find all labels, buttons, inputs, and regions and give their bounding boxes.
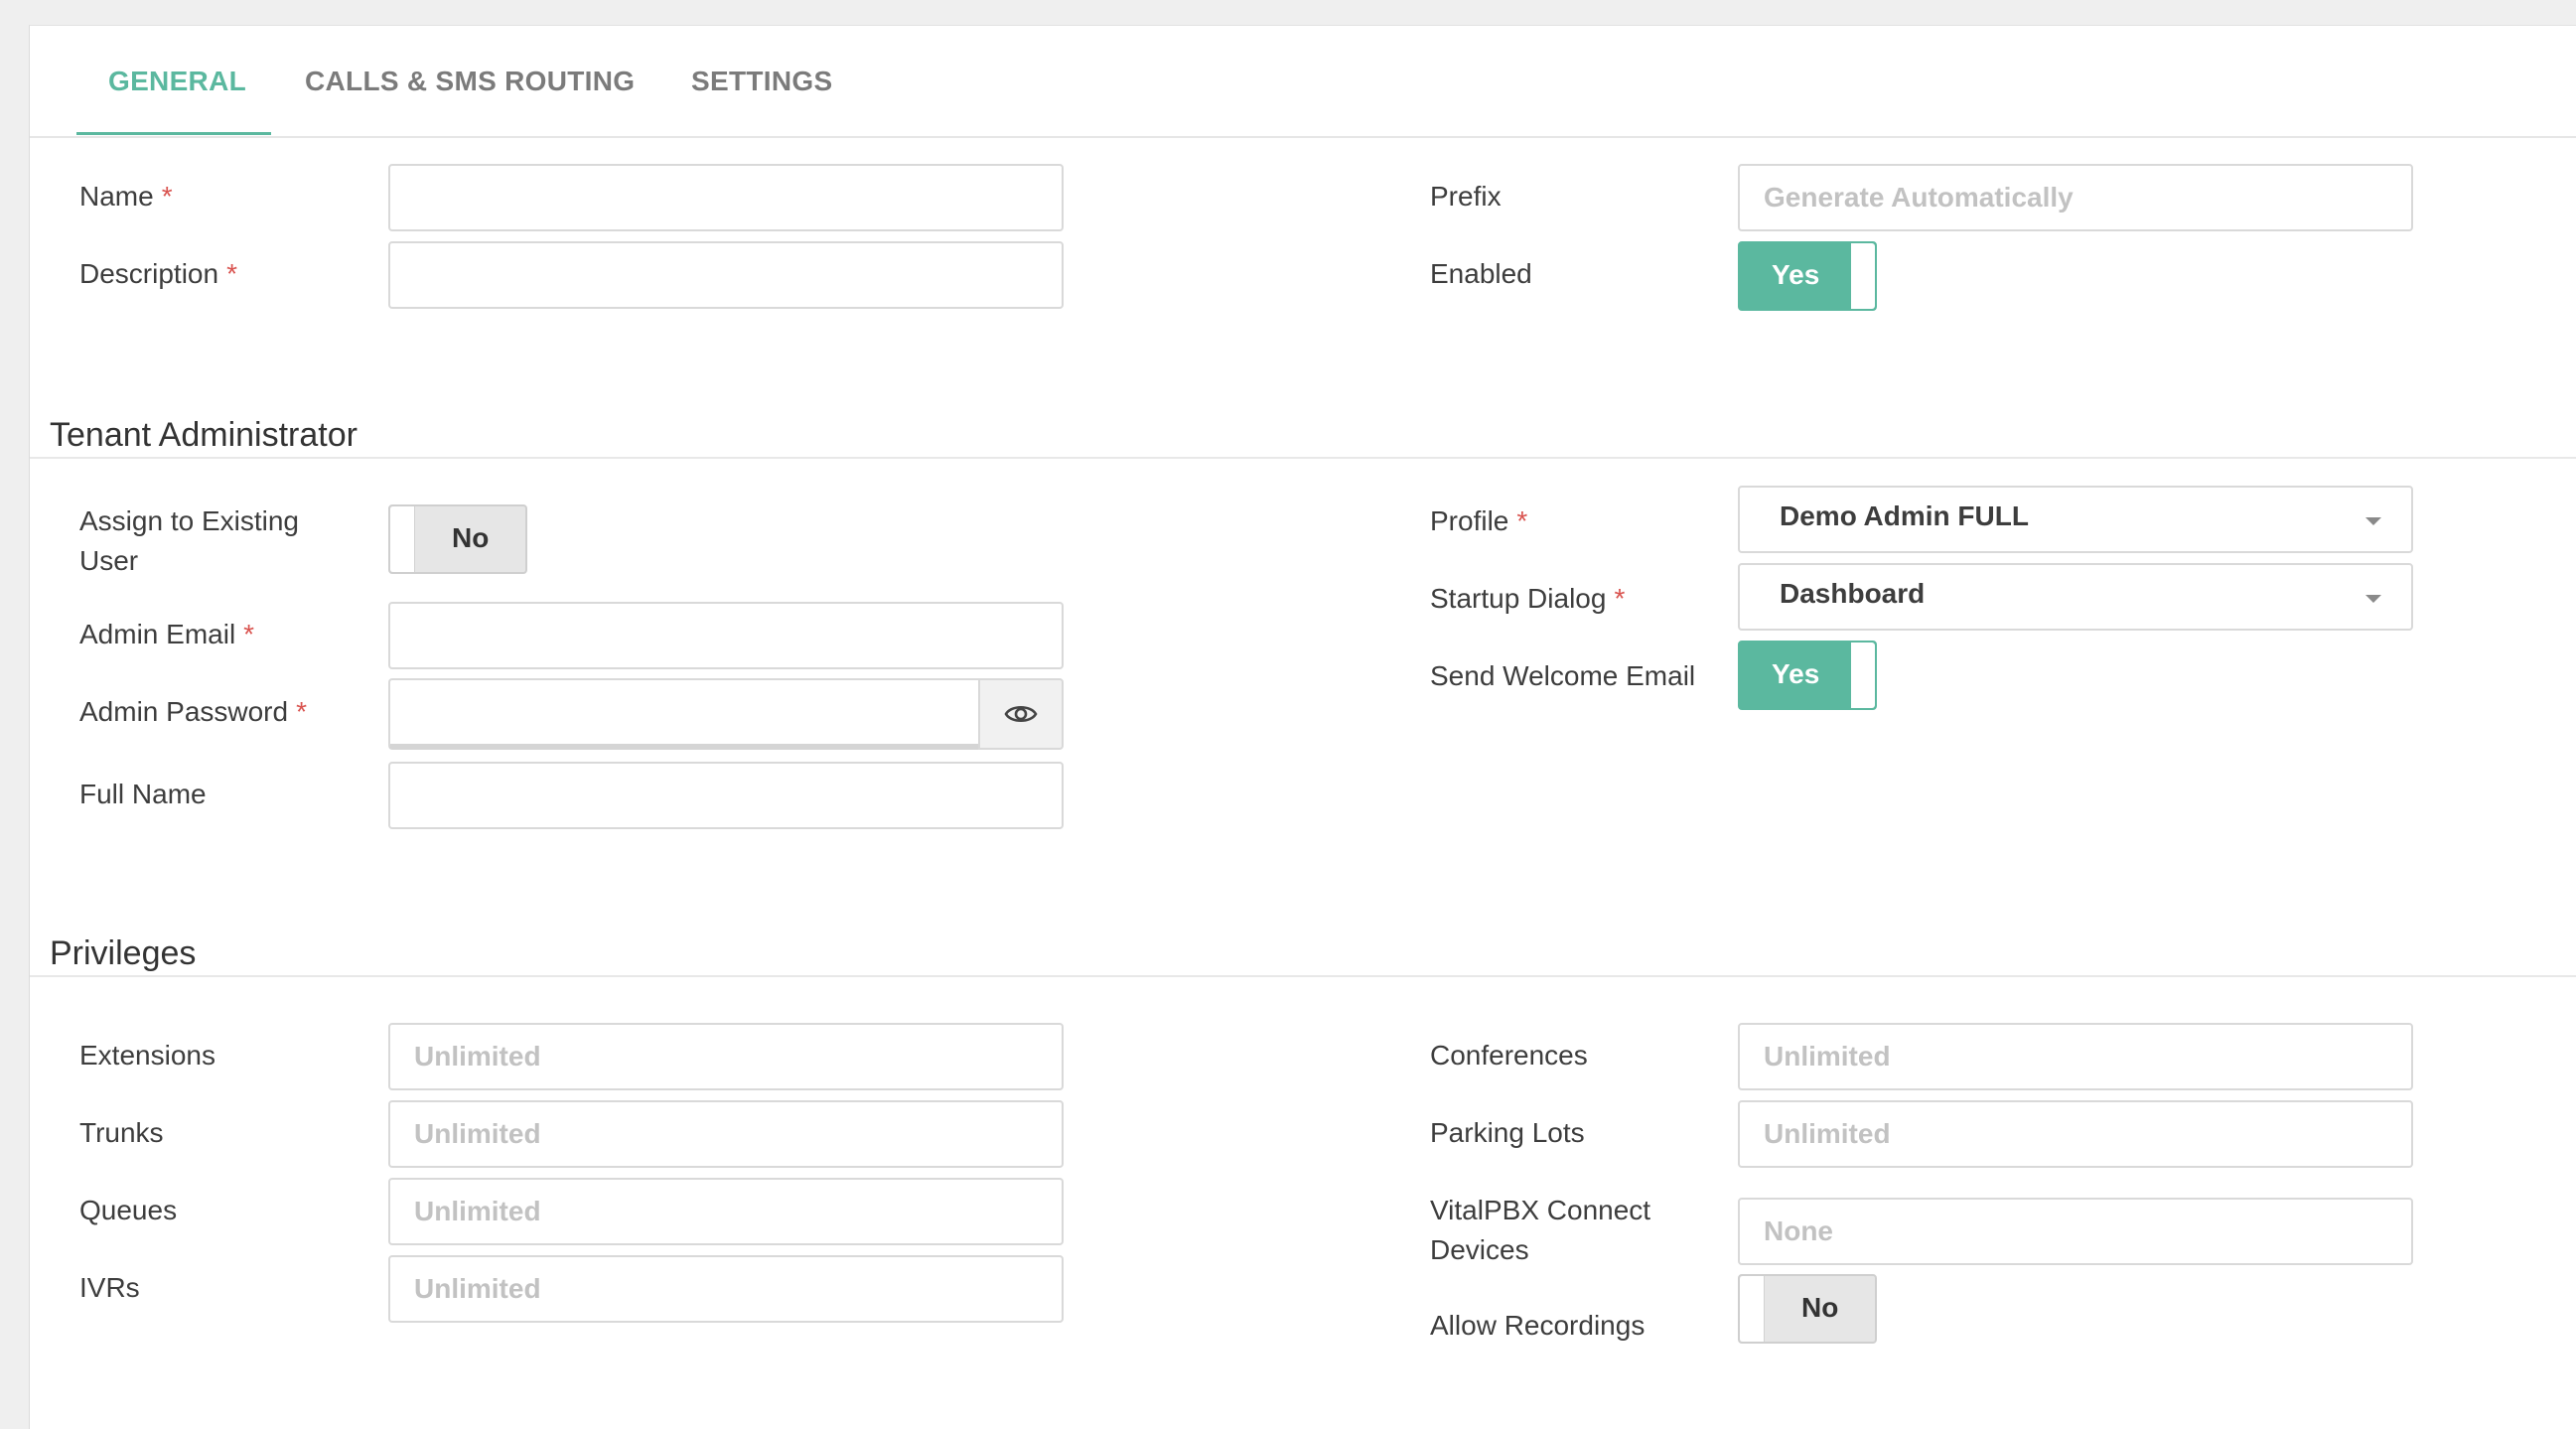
profile-select[interactable]: Demo Admin FULL [1738,486,2413,553]
queues-input[interactable] [388,1178,1064,1245]
parking-lots-label: Parking Lots [1430,1117,1585,1148]
name-label-text: Name [79,181,154,212]
assign-existing-user-label: Assign to Existing User [79,501,299,581]
tab-bar: GENERAL CALLS & SMS ROUTING SETTINGS [30,26,2576,138]
name-label: Name * [79,177,173,216]
admin-email-input[interactable] [388,602,1064,669]
send-welcome-email-toggle[interactable]: Yes [1738,641,1877,710]
ivrs-input[interactable] [388,1255,1064,1323]
toggle-knob [390,506,415,572]
assign-toggle-value: No [452,522,490,553]
recordings-toggle-value: No [1801,1292,1839,1323]
toggle-knob [1851,243,1875,309]
profile-selected-value: Demo Admin FULL [1780,500,2029,531]
admin-password-input[interactable] [388,678,980,750]
allow-recordings-label: Allow Recordings [1430,1310,1646,1341]
vitalpbx-connect-devices-label: VitalPBX Connect Devices [1430,1191,1650,1270]
prefix-input[interactable] [1738,164,2413,231]
connect-label-line1: VitalPBX Connect [1430,1195,1651,1225]
conferences-input[interactable] [1738,1023,2413,1090]
vitalpbx-connect-devices-input[interactable] [1738,1198,2413,1265]
assign-label-line1: Assign to Existing [79,505,299,536]
enabled-label: Enabled [1430,258,1532,289]
extensions-input[interactable] [388,1023,1064,1090]
tab-settings[interactable]: SETTINGS [691,66,832,97]
prefix-label: Prefix [1430,181,1502,212]
tenant-admin-section-title: Tenant Administrator [50,416,358,454]
description-input[interactable] [388,241,1064,309]
toggle-knob [1851,643,1875,708]
conferences-label: Conferences [1430,1040,1588,1071]
trunks-input[interactable] [388,1100,1064,1168]
description-label-text: Description [79,258,219,289]
profile-label-text: Profile [1430,505,1509,536]
admin-email-label-text: Admin Email [79,619,236,649]
startup-dialog-label-text: Startup Dialog [1430,583,1607,614]
startup-dialog-select[interactable]: Dashboard [1738,563,2413,631]
admin-password-label: Admin Password * [79,692,307,732]
enabled-toggle-value: Yes [1772,259,1820,290]
required-mark: * [296,696,307,727]
toggle-knob [1740,1276,1765,1342]
startup-dialog-label: Startup Dialog * [1430,579,1625,619]
welcome-toggle-value: Yes [1772,658,1820,689]
ivrs-label: IVRs [79,1272,140,1303]
section-divider [30,975,2576,977]
description-label: Description * [79,254,237,294]
required-mark: * [1516,505,1528,536]
queues-label: Queues [79,1195,178,1225]
extensions-label: Extensions [79,1040,215,1071]
assign-label-line2: User [79,545,139,576]
show-password-button[interactable] [978,678,1064,750]
profile-label: Profile * [1430,501,1527,541]
admin-password-label-text: Admin Password [79,696,289,727]
enabled-toggle[interactable]: Yes [1738,241,1877,311]
full-name-input[interactable] [388,762,1064,829]
allow-recordings-toggle[interactable]: No [1738,1274,1877,1344]
chevron-down-icon [2365,595,2381,603]
parking-lots-input[interactable] [1738,1100,2413,1168]
connect-label-line2: Devices [1430,1234,1529,1265]
name-input[interactable] [388,164,1064,231]
privileges-section-title: Privileges [50,934,197,972]
tab-general[interactable]: GENERAL [108,66,246,97]
required-mark: * [243,619,255,649]
send-welcome-email-label: Send Welcome Email [1430,660,1696,691]
active-tab-indicator [76,132,271,135]
section-divider [30,457,2576,459]
startup-dialog-selected-value: Dashboard [1780,578,1926,609]
assign-existing-user-toggle[interactable]: No [388,504,527,574]
tab-calls-sms-routing[interactable]: CALLS & SMS ROUTING [305,66,635,97]
admin-password-group [388,678,1064,750]
full-name-label: Full Name [79,779,207,809]
chevron-down-icon [2365,517,2381,525]
tenant-form-panel: GENERAL CALLS & SMS ROUTING SETTINGS Nam… [29,25,2576,1429]
admin-email-label: Admin Email * [79,615,254,654]
required-mark: * [226,258,237,289]
eye-icon [1004,705,1038,723]
trunks-label: Trunks [79,1117,164,1148]
required-mark: * [1614,583,1626,614]
required-mark: * [161,181,173,212]
